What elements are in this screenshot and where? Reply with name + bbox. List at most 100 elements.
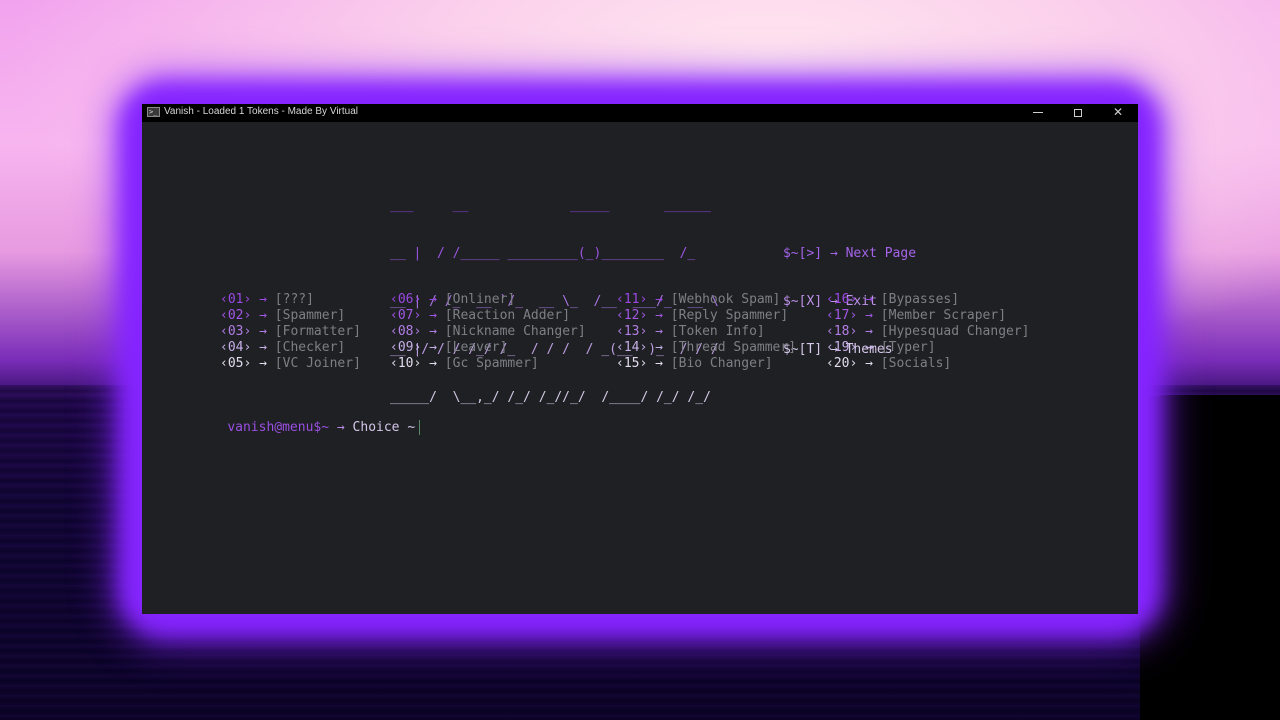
ascii-line: ___ __ _____ ______ (390, 198, 719, 213)
menu-column: ‹16› → [Bypasses] ‹17› → [Member Scraper]… (826, 292, 1030, 372)
menu-item-number: ‹07› (390, 308, 422, 323)
command-prompt[interactable]: vanish@menu$~ → Choice ~ (196, 404, 421, 452)
menu-item-label: [Token Info] (670, 324, 765, 339)
menu-item-label: [Reply Spammer] (670, 308, 789, 323)
menu-item-label: [Formatter] (274, 324, 361, 339)
menu-column: ‹01› → [???] ‹02› → [Spammer] ‹03› → [Form… (220, 292, 361, 372)
menu-item[interactable]: ‹02› → [Spammer] (220, 308, 361, 324)
arrow-icon: → (429, 356, 437, 371)
arrow-icon: → (259, 324, 267, 339)
menu-item[interactable]: ‹14› → [Thread Spammer] (616, 340, 796, 356)
arrow-icon: → (655, 356, 663, 371)
option-key: $~[>] (782, 246, 823, 261)
menu-item[interactable]: ‹06› → [Onliner] (390, 292, 586, 308)
text-cursor[interactable] (419, 420, 421, 435)
menu-item-label: [Checker] (274, 340, 346, 355)
arrow-icon: → (259, 308, 267, 323)
menu-item-number: ‹01› (220, 292, 252, 307)
menu-item-label: [Onliner] (444, 292, 516, 307)
menu-item[interactable]: ‹15› → [Bio Changer] (616, 356, 796, 372)
prompt-text: Choice ~ (352, 420, 416, 435)
menu-item-label: [Spammer] (274, 308, 346, 323)
menu-item[interactable]: ‹20› → [Socials] (826, 356, 1030, 372)
arrow-icon: → (655, 292, 663, 307)
ascii-line: __ | / /_____ _________(_)________ /_ (390, 246, 704, 261)
menu-item-label: [VC Joiner] (274, 356, 361, 371)
menu-item[interactable]: ‹08› → [Nickname Changer] (390, 324, 586, 340)
arrow-icon: → (865, 356, 873, 371)
menu-item-number: ‹12› (616, 308, 648, 323)
menu-item-number: ‹14› (616, 340, 648, 355)
menu-item[interactable]: ‹10› → [Gc Spammer] (390, 356, 586, 372)
menu-item-label: [???] (274, 292, 314, 307)
menu-item-number: ‹09› (390, 340, 422, 355)
menu-item[interactable]: ‹16› → [Bypasses] (826, 292, 1030, 308)
menu-item[interactable]: ‹13› → [Token Info] (616, 324, 796, 340)
menu-item[interactable]: ‹07› → [Reaction Adder] (390, 308, 586, 324)
menu-item[interactable]: ‹11› → [Webhook Spam] (616, 292, 796, 308)
menu-item-label: [Bio Changer] (670, 356, 773, 371)
menu-item-label: [Socials] (880, 356, 952, 371)
menu-item-number: ‹04› (220, 340, 252, 355)
menu-item-label: [Thread Spammer] (670, 340, 797, 355)
menu-item-number: ‹02› (220, 308, 252, 323)
menu-item[interactable]: ‹04› → [Checker] (220, 340, 361, 356)
menu-item-number: ‹17› (826, 308, 858, 323)
menu-item-label: [Hypesquad Changer] (880, 324, 1030, 339)
arrow-icon: → (865, 340, 873, 355)
terminal-window[interactable]: >_ Vanish - Loaded 1 Tokens - Made By Vi… (142, 104, 1138, 614)
close-button[interactable]: ✕ (1098, 104, 1138, 122)
menu-item-label: [Nickname Changer] (444, 324, 586, 339)
menu-item-label: [Bypasses] (880, 292, 960, 307)
menu-item-number: ‹05› (220, 356, 252, 371)
prompt-user-host: vanish@menu$~ (227, 420, 330, 435)
menu-item-number: ‹16› (826, 292, 858, 307)
menu-item[interactable]: ‹05› → [VC Joiner] (220, 356, 361, 372)
minimize-button[interactable] (1018, 104, 1058, 122)
menu-item[interactable]: ‹19› → [Typer] (826, 340, 1030, 356)
option-next-page[interactable]: $~[>] → Next Page (736, 230, 916, 261)
arrow-icon: → (429, 292, 437, 307)
menu-item[interactable]: ‹09› → [Leaver] (390, 340, 586, 356)
arrow-icon: → (429, 324, 437, 339)
menu-item[interactable]: ‹12› → [Reply Spammer] (616, 308, 796, 324)
menu-item-number: ‹03› (220, 324, 252, 339)
menu-item-label: [Member Scraper] (880, 308, 1007, 323)
menu-item[interactable]: ‹03› → [Formatter] (220, 324, 361, 340)
menu-item-label: [Leaver] (444, 340, 508, 355)
arrow-icon: → (259, 340, 267, 355)
menu-item-number: ‹08› (390, 324, 422, 339)
menu-item[interactable]: ‹18› → [Hypesquad Changer] (826, 324, 1030, 340)
menu-item-number: ‹18› (826, 324, 858, 339)
menu-item-label: [Gc Spammer] (444, 356, 539, 371)
arrow-icon: → (865, 324, 873, 339)
menu-item[interactable]: ‹01› → [???] (220, 292, 361, 308)
menu-item-number: ‹06› (390, 292, 422, 307)
menu-item-number: ‹10› (390, 356, 422, 371)
window-title: Vanish - Loaded 1 Tokens - Made By Virtu… (164, 106, 359, 117)
menu-column: ‹11› → [Webhook Spam] ‹12› → [Reply Spamm… (616, 292, 796, 372)
arrow-icon: → (336, 420, 345, 435)
menu-item[interactable]: ‹17› → [Member Scraper] (826, 308, 1030, 324)
option-label: Next Page (845, 246, 917, 261)
menu-item-number: ‹20› (826, 356, 858, 371)
maximize-button[interactable] (1058, 104, 1098, 122)
arrow-icon: → (655, 340, 663, 355)
arrow-icon: → (429, 340, 437, 355)
menu-item-label: [Reaction Adder] (444, 308, 571, 323)
menu-item-number: ‹19› (826, 340, 858, 355)
terminal-icon: >_ (147, 107, 160, 117)
close-icon: ✕ (1112, 105, 1124, 119)
menu-item-number: ‹15› (616, 356, 648, 371)
menu-item-number: ‹11› (616, 292, 648, 307)
menu-column: ‹06› → [Onliner] ‹07› → [Reaction Adder] ‹… (390, 292, 586, 372)
arrow-icon: → (429, 308, 437, 323)
title-bar[interactable]: >_ Vanish - Loaded 1 Tokens - Made By Vi… (142, 104, 1138, 122)
arrow-icon: → (259, 356, 267, 371)
arrow-icon: → (865, 308, 873, 323)
ascii-line: _____/ \__,_/ /_/ /_//_/ /____/ /_/ /_/ (390, 390, 719, 405)
arrow-icon: → (655, 308, 663, 323)
menu-item-number: ‹13› (616, 324, 648, 339)
menu-item-label: [Typer] (880, 340, 936, 355)
arrow-icon: → (259, 292, 267, 307)
